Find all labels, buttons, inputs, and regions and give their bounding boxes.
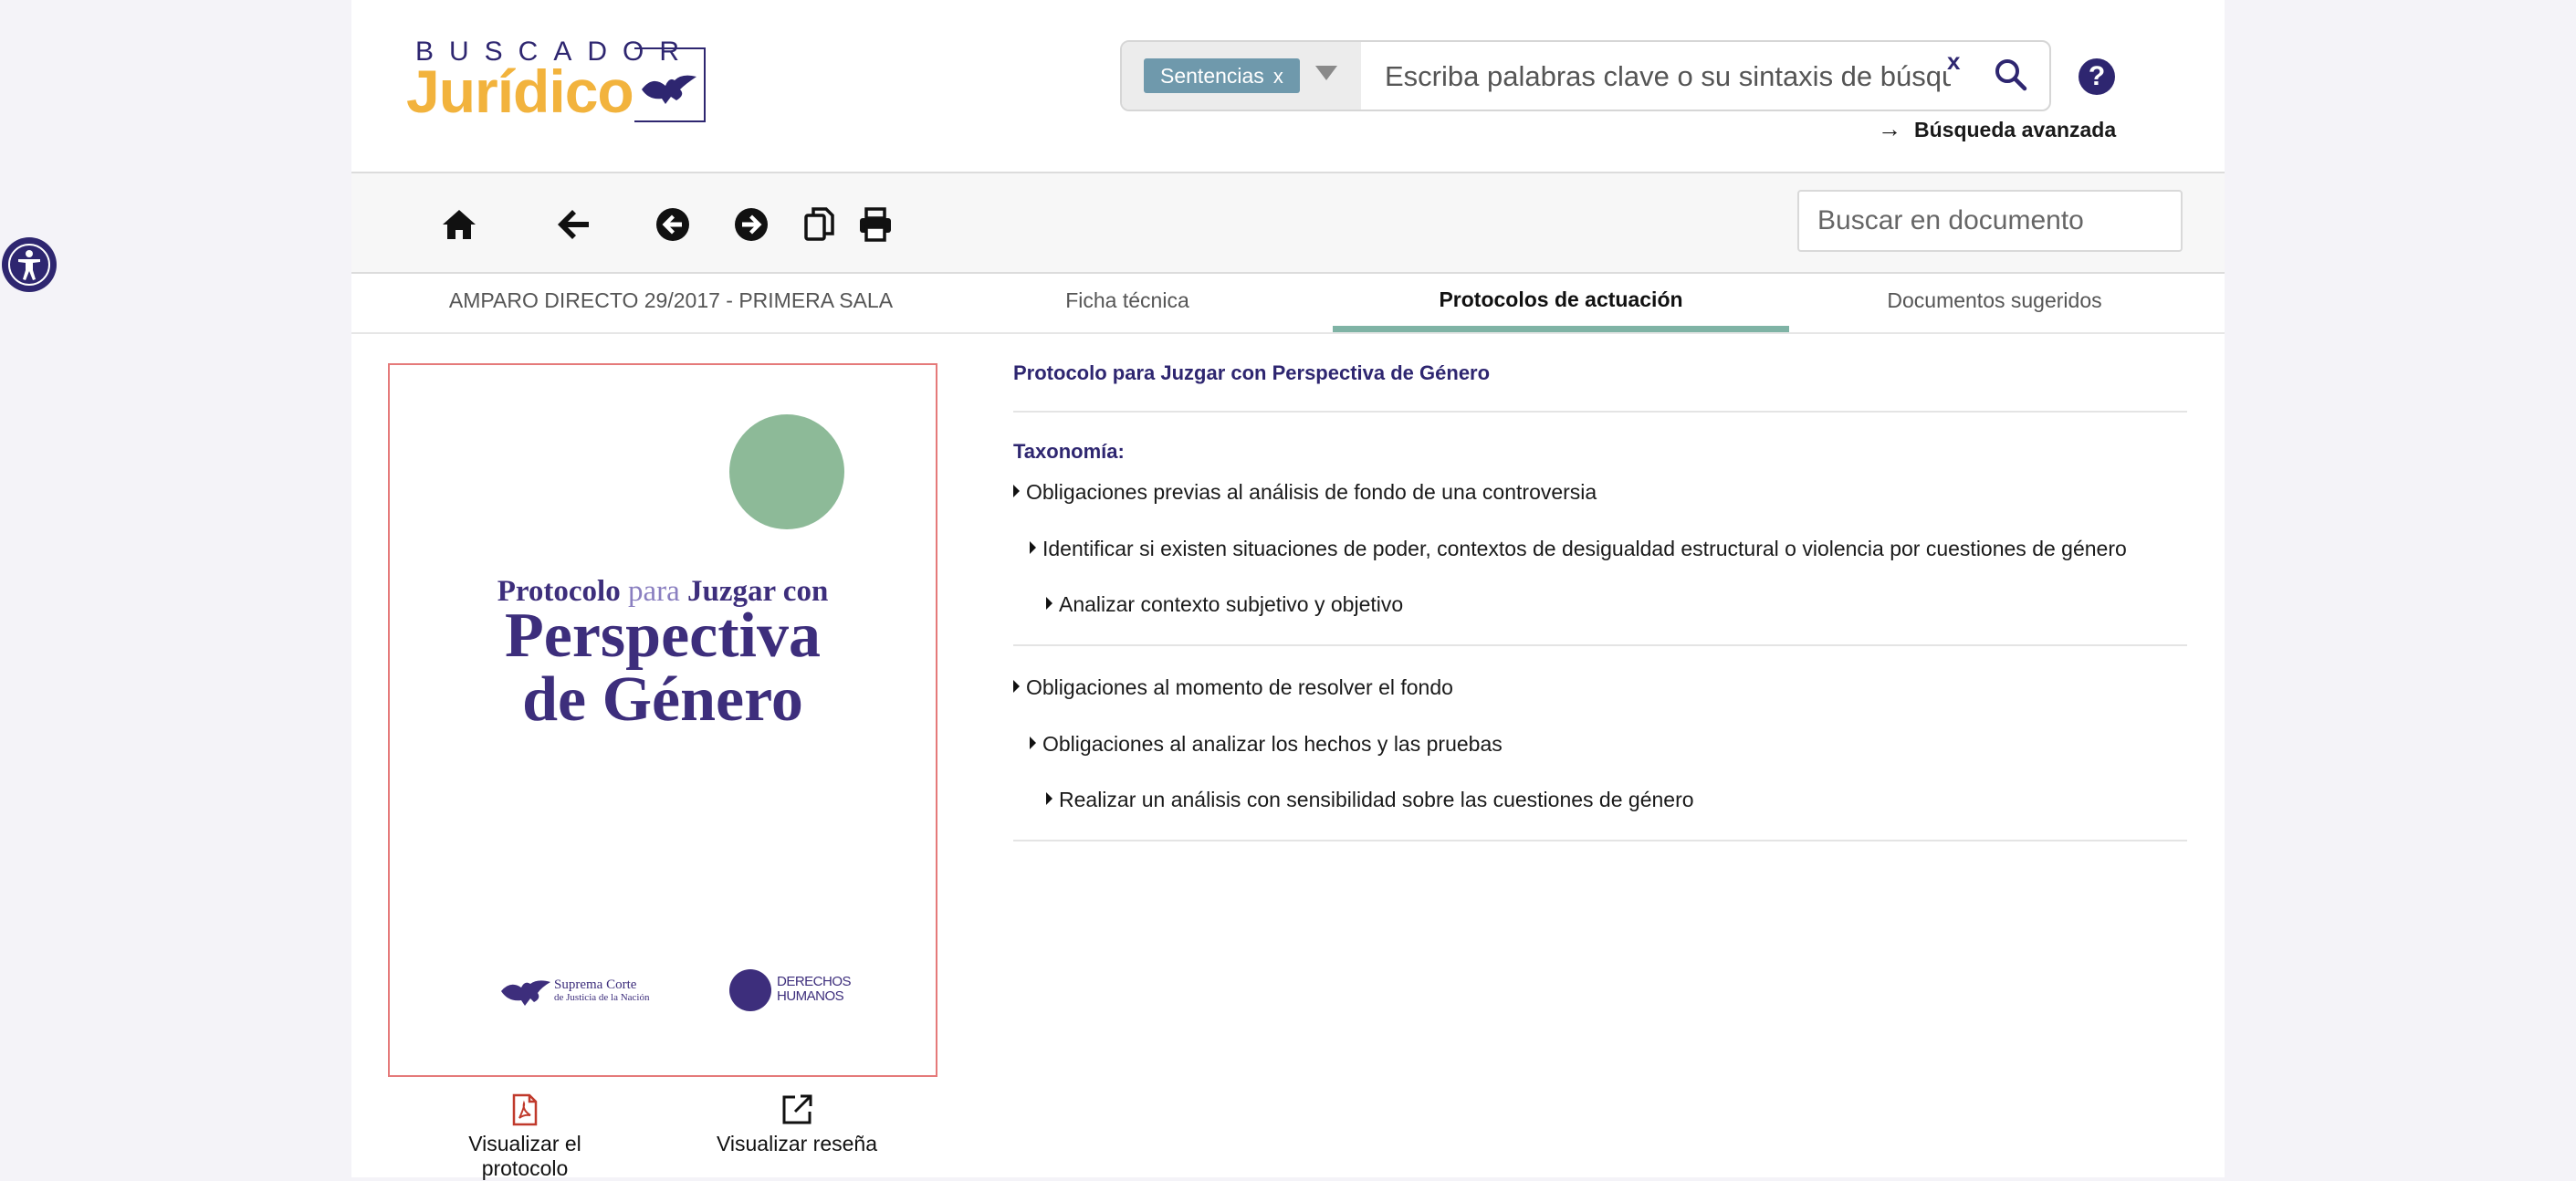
view-review-button[interactable]: Visualizar reseña (706, 1093, 888, 1156)
taxonomy-node-level3[interactable]: Analizar contexto subjetivo y objetivo (1046, 592, 1403, 617)
search-icon[interactable] (1991, 55, 2031, 95)
accessibility-icon (8, 244, 50, 286)
search-input[interactable] (1383, 53, 1953, 100)
caret-right-icon (1030, 541, 1036, 554)
divider (1013, 411, 2187, 413)
previous-circle-icon[interactable] (653, 204, 693, 245)
pdf-icon (512, 1093, 538, 1126)
taxonomy-node-level2[interactable]: Identificar si existen situaciones de po… (1030, 537, 2127, 561)
dh-line1: DERECHOS (777, 974, 852, 989)
divider (1013, 644, 2187, 646)
accessibility-button[interactable] (2, 237, 57, 292)
taxonomy-node-text: Obligaciones al analizar los hechos y la… (1042, 732, 1503, 756)
copy-icon[interactable] (799, 204, 839, 245)
logo-main-text: Jurídico (406, 57, 634, 125)
cover-title-main: Perspectiva de Género (390, 604, 936, 732)
advanced-search-link[interactable]: → Búsqueda avanzada (1878, 115, 2116, 143)
arrow-right-icon: → (1878, 115, 1901, 142)
dh-line2: HUMANOS (777, 988, 844, 1004)
taxonomy-node-text: Realizar un análisis con sensibilidad so… (1059, 788, 1694, 811)
tab-documentos-sugeridos[interactable]: Documentos sugeridos (1830, 274, 2159, 332)
divider (1013, 840, 2187, 841)
scjn-logo-text: Suprema Corte de Justicia de la Nación (554, 978, 649, 1004)
document-search-input[interactable] (1797, 190, 2183, 252)
eagle-icon (642, 75, 696, 104)
taxonomy-node-text: Identificar si existen situaciones de po… (1042, 537, 2127, 560)
scope-chip-remove[interactable]: x (1273, 65, 1283, 88)
taxonomy-node-level1[interactable]: Obligaciones previas al análisis de fond… (1013, 480, 1597, 505)
help-icon[interactable]: ? (2079, 58, 2115, 95)
cover-decorative-circle (729, 414, 844, 529)
scope-chip-label: Sentencias (1160, 64, 1264, 88)
tab-amparo-directo[interactable]: AMPARO DIRECTO 29/2017 - PRIMERA SALA (351, 274, 990, 332)
external-link-icon (782, 1094, 812, 1124)
clear-search-button[interactable]: x (1947, 47, 1960, 76)
advanced-search-label: Búsqueda avanzada (1914, 118, 2117, 141)
next-circle-icon[interactable] (731, 204, 771, 245)
home-icon[interactable] (439, 204, 479, 245)
taxonomy-node-text: Obligaciones al momento de resolver el f… (1026, 675, 1453, 699)
tab-protocolos-de-actuacion[interactable]: Protocolos de actuación (1333, 274, 1789, 332)
derechos-humanos-logo-text: DERECHOS HUMANOS (777, 974, 852, 1004)
caret-right-icon (1046, 597, 1052, 610)
cover-title-line2: Perspectiva (505, 601, 821, 671)
protocol-title: Protocolo para Juzgar con Perspectiva de… (1013, 361, 1491, 384)
header: BUSCADOR Jurídico Sentencias x x ? (351, 0, 2225, 173)
taxonomy-node-text: Obligaciones previas al análisis de fond… (1026, 480, 1597, 504)
tab-ficha-tecnica[interactable]: Ficha técnica (990, 274, 1264, 332)
view-protocol-label: Visualizar el protocolo (468, 1132, 581, 1180)
page: BUSCADOR Jurídico Sentencias x x ? (351, 0, 2225, 1180)
scope-chip-sentencias[interactable]: Sentencias x (1144, 58, 1300, 93)
caret-right-icon (1013, 485, 1020, 497)
derechos-humanos-logo-icon (729, 969, 771, 1011)
global-search-bar: Sentencias x x (1120, 40, 2051, 111)
cover-title-line3: de Género (522, 664, 803, 735)
back-arrow-icon[interactable] (554, 204, 594, 245)
view-protocol-button[interactable]: Visualizar el protocolo (424, 1093, 625, 1181)
protocol-cover-image[interactable]: Protocolo para Juzgar con Perspectiva de… (388, 363, 937, 1077)
site-logo[interactable]: BUSCADOR Jurídico (406, 37, 717, 137)
print-icon[interactable] (855, 204, 895, 245)
search-scope-selector[interactable]: Sentencias x (1122, 42, 1361, 110)
caret-right-icon (1013, 680, 1020, 693)
caret-right-icon (1030, 737, 1036, 749)
scjn-line2: de Justicia de la Nación (554, 992, 650, 1003)
logo-emblem (634, 47, 706, 122)
taxonomy-label: Taxonomía: (1013, 440, 1125, 463)
caret-right-icon (1046, 792, 1052, 805)
taxonomy-node-level1[interactable]: Obligaciones al momento de resolver el f… (1013, 675, 1453, 700)
tab-bar: AMPARO DIRECTO 29/2017 - PRIMERA SALA Fi… (351, 274, 2225, 334)
taxonomy-node-level2[interactable]: Obligaciones al analizar los hechos y la… (1030, 732, 1503, 757)
view-review-label: Visualizar reseña (716, 1132, 877, 1155)
taxonomy-node-level3[interactable]: Realizar un análisis con sensibilidad so… (1046, 788, 1694, 812)
document-toolbar (351, 173, 2225, 274)
chevron-down-icon[interactable] (1315, 66, 1337, 80)
scjn-line1: Suprema Corte (554, 977, 637, 992)
taxonomy-node-text: Analizar contexto subjetivo y objetivo (1059, 592, 1404, 616)
